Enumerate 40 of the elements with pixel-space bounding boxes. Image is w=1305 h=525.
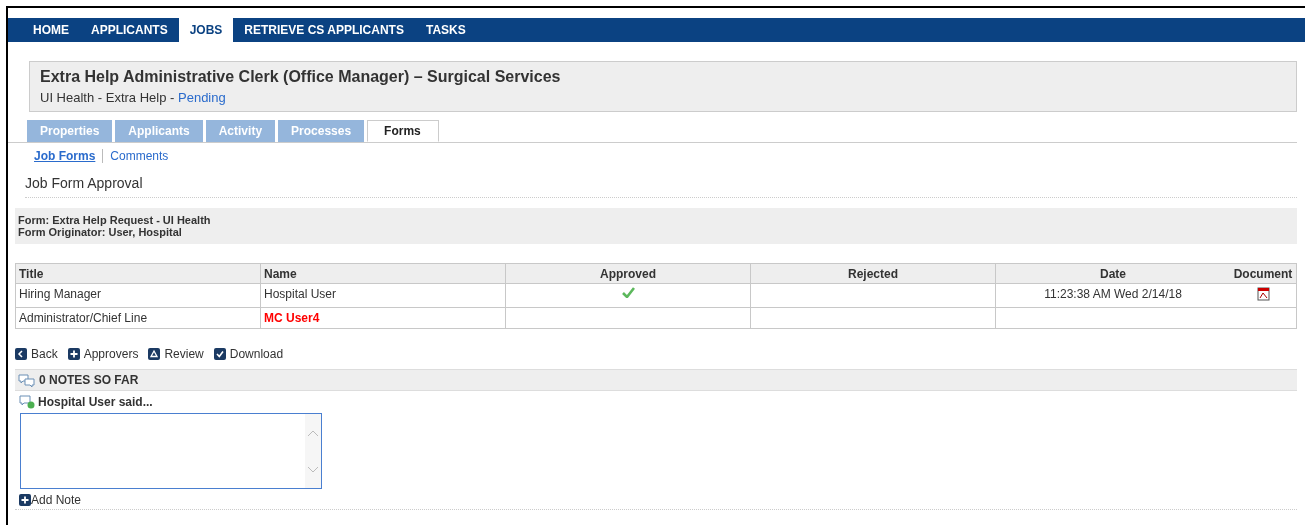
sub-link[interactable]: Job Forms [34, 149, 96, 163]
pdf-icon[interactable] [1256, 287, 1270, 301]
table-cell: 11:23:38 AM Wed 2/14/18 [1044, 287, 1182, 301]
job-title: Extra Help Administrative Clerk (Office Manager) – Surgical Services [40, 68, 562, 86]
plus-link[interactable]: Approvers [67, 347, 139, 361]
chat-add-icon [19, 395, 35, 409]
nav-tab[interactable]: HOME [22, 18, 80, 42]
review-link[interactable]: Review [148, 347, 204, 361]
table-cell: Administrator/Chief Line [15, 307, 261, 329]
chevron-left-icon [15, 348, 27, 360]
column-header: Approved [505, 263, 751, 284]
table-cell: Hospital User [260, 283, 506, 308]
column-header: Document [1230, 263, 1297, 284]
tab[interactable]: Forms [367, 120, 439, 142]
add-note-link[interactable]: Add Note [19, 493, 82, 507]
status-link[interactable]: Pending [178, 90, 226, 105]
column-header: Rejected [750, 263, 996, 284]
form-info-text: Form: Extra Help Request - UI Health [18, 214, 212, 226]
check-link[interactable]: Download [213, 347, 284, 361]
column-header: Title [15, 263, 261, 284]
section-title: Job Form Approval [25, 175, 1297, 198]
column-header: Name [260, 263, 506, 284]
nav-tab[interactable]: RETRIEVE CS APPLICANTS [233, 18, 415, 42]
chat-icon [18, 373, 35, 387]
column-header: Date [995, 263, 1230, 284]
job-subtitle: UI Health - Extra Help - [40, 90, 176, 105]
nav-tab[interactable]: APPLICANTS [80, 18, 179, 42]
nav-tab[interactable]: TASKS [414, 18, 477, 42]
table-cell: Hiring Manager [15, 283, 261, 308]
sub-link[interactable]: Comments [110, 149, 169, 163]
back-link[interactable]: Back [15, 347, 58, 361]
form-info-text: Form Originator: User, Hospital [18, 226, 183, 238]
plus-icon [19, 494, 31, 506]
note-author: Hospital User said... [38, 395, 153, 409]
triangle-icon [148, 348, 161, 360]
plus-icon [67, 348, 80, 360]
notes-count: 0 NOTES SO FAR [39, 373, 139, 387]
checkmark-icon [213, 348, 226, 360]
nav-tab[interactable]: JOBS [178, 18, 234, 42]
table-cell: MC User4 [260, 307, 506, 329]
